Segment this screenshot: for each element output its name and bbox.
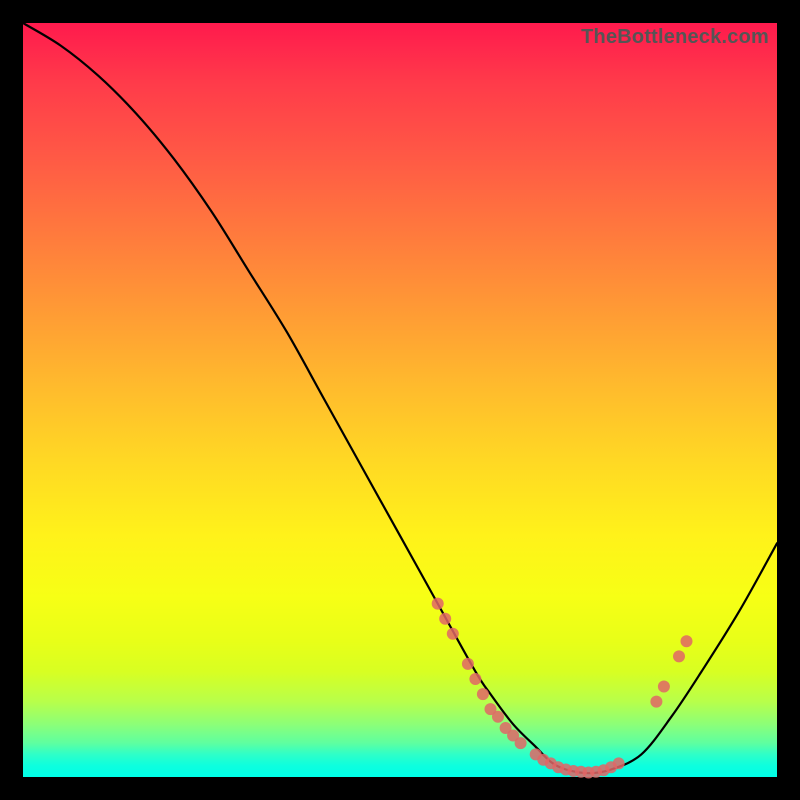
data-marker bbox=[439, 613, 451, 625]
chart-svg bbox=[23, 23, 777, 777]
data-marker bbox=[681, 635, 693, 647]
bottleneck-curve bbox=[23, 23, 777, 773]
data-marker bbox=[462, 658, 474, 670]
chart-plot-area: TheBottleneck.com bbox=[23, 23, 777, 777]
data-marker bbox=[673, 650, 685, 662]
marker-group bbox=[432, 598, 693, 779]
data-marker bbox=[515, 737, 527, 749]
data-marker bbox=[447, 628, 459, 640]
data-marker bbox=[492, 711, 504, 723]
data-marker bbox=[469, 673, 481, 685]
data-marker bbox=[658, 681, 670, 693]
data-marker bbox=[432, 598, 444, 610]
data-marker bbox=[613, 757, 625, 769]
data-marker bbox=[650, 696, 662, 708]
data-marker bbox=[477, 688, 489, 700]
